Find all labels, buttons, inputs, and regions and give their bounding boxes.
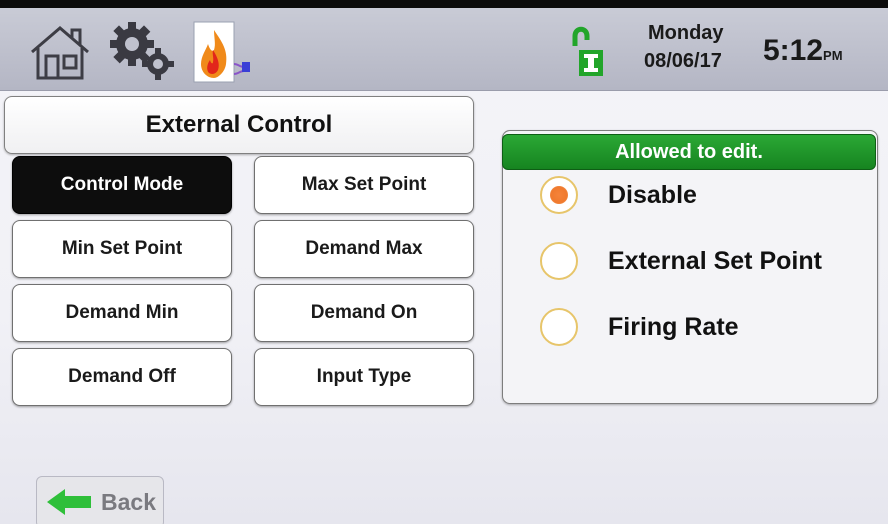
arrow-left-icon xyxy=(47,489,91,515)
unlock-icon xyxy=(569,22,607,82)
option-disable[interactable]: Disable xyxy=(540,176,697,214)
day-label: Monday xyxy=(648,22,724,44)
option-label: External Set Point xyxy=(608,246,822,275)
back-label: Back xyxy=(101,488,156,515)
back-button[interactable]: Back xyxy=(36,476,164,524)
burner-icon xyxy=(192,20,258,84)
input-type-button[interactable]: Input Type xyxy=(254,348,474,406)
max-set-point-button[interactable]: Max Set Point xyxy=(254,156,474,214)
option-label: Firing Rate xyxy=(608,312,739,341)
option-external-set-point[interactable]: External Set Point xyxy=(540,242,822,280)
home-icon[interactable] xyxy=(26,22,94,82)
clock: 5:12PM xyxy=(763,34,843,68)
min-set-point-button[interactable]: Min Set Point xyxy=(12,220,232,278)
radio-disable[interactable] xyxy=(540,176,578,214)
option-firing-rate[interactable]: Firing Rate xyxy=(540,308,739,346)
radio-external-set-point[interactable] xyxy=(540,242,578,280)
edit-status-banner: Allowed to edit. xyxy=(502,134,876,170)
radio-firing-rate[interactable] xyxy=(540,308,578,346)
option-label: Disable xyxy=(608,180,697,209)
date-label: 08/06/17 xyxy=(644,50,722,72)
gear-icon[interactable] xyxy=(106,18,178,84)
page-title: External Control xyxy=(4,96,474,154)
screen: Monday 08/06/17 5:12PM External Control … xyxy=(0,8,888,524)
demand-max-button[interactable]: Demand Max xyxy=(254,220,474,278)
time-value: 5:12 xyxy=(763,34,824,67)
demand-min-button[interactable]: Demand Min xyxy=(12,284,232,342)
top-bar: Monday 08/06/17 5:12PM xyxy=(0,8,888,91)
control-mode-button[interactable]: Control Mode xyxy=(12,156,232,214)
demand-on-button[interactable]: Demand On xyxy=(254,284,474,342)
ampm-label: PM xyxy=(823,48,843,63)
demand-off-button[interactable]: Demand Off xyxy=(12,348,232,406)
